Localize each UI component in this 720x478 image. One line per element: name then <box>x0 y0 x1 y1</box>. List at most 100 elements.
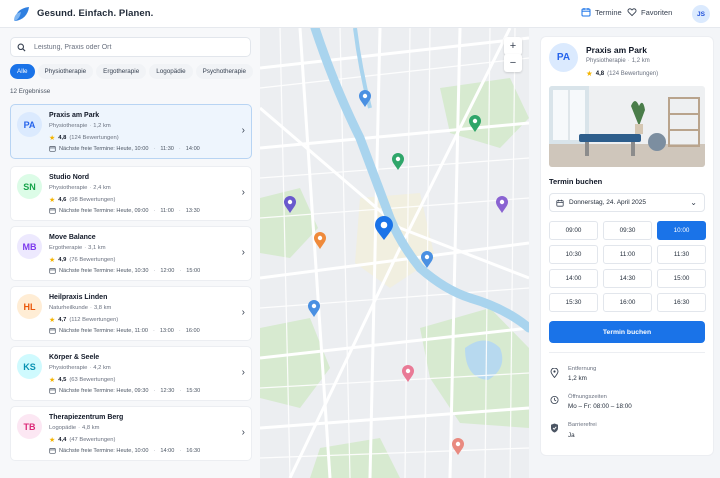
result-card[interactable]: TB Therapiezentrum Berg Logopädie · 4,8 km… <box>10 406 252 461</box>
time-slot[interactable]: 09:30 <box>603 221 652 240</box>
next-slots: Nächste freie Termine: Heute, 10:00 · 11:3… <box>49 145 200 152</box>
shield-icon <box>551 423 558 433</box>
result-card[interactable]: PA Praxis am Park Physiotherapie · 1,2 km … <box>10 104 252 159</box>
practice-rating: ★ 4,6 (98 Bewertungen) <box>49 197 116 204</box>
book-appointment-button[interactable]: Termin buchen <box>549 321 705 343</box>
result-card[interactable]: HL Heilpraxis Linden Naturheilkunde · 3,8 … <box>10 286 252 341</box>
divider <box>549 352 705 353</box>
practice-name: Studio Nord <box>49 174 90 181</box>
heart-icon <box>627 8 637 17</box>
map-pin-green[interactable] <box>391 153 405 171</box>
filter-chip-alle[interactable]: Alle <box>10 64 35 79</box>
booking-title: Termin buchen <box>549 177 603 186</box>
location-icon <box>550 368 559 378</box>
map-view[interactable]: + − <box>260 28 529 478</box>
star-icon: ★ <box>586 69 593 78</box>
detail-meta: Physiotherapie · 1,2 km <box>586 58 650 64</box>
time-slot[interactable]: 11:30 <box>657 245 706 264</box>
time-slot[interactable]: 15:00 <box>657 269 706 288</box>
chevron-right-icon: › <box>241 427 245 438</box>
practice-rating: ★ 4,9 (76 Bewertungen) <box>49 257 116 264</box>
chevron-right-icon: › <box>241 187 245 198</box>
filter-chip-logopaedie[interactable]: Logopädie <box>149 64 193 79</box>
time-slot[interactable]: 10:30 <box>549 245 598 264</box>
star-icon: ★ <box>49 135 56 142</box>
detail-avatar: PA <box>549 43 578 72</box>
results-panel: Alle Physiotherapie Ergotherapie Logopäd… <box>0 28 260 478</box>
avatar: MB <box>17 234 42 259</box>
map-pin-coral[interactable] <box>451 438 465 456</box>
time-slot[interactable]: 11:00 <box>603 245 652 264</box>
time-slot[interactable]: 09:00 <box>549 221 598 240</box>
info-value: 1,2 km <box>568 375 587 382</box>
star-icon: ★ <box>49 437 56 444</box>
map-pin-blue[interactable] <box>358 90 372 108</box>
map-base <box>260 28 529 478</box>
time-slot[interactable]: 15:30 <box>549 293 598 312</box>
avatar: SN <box>17 174 42 199</box>
chevron-right-icon: › <box>241 367 245 378</box>
filter-chip-physiotherapie[interactable]: Physiotherapie <box>37 64 94 79</box>
star-icon: ★ <box>49 377 56 384</box>
practice-name: Praxis am Park <box>49 112 100 119</box>
nav-favoriten-link[interactable]: Favoriten <box>627 7 672 17</box>
zoom-in-button[interactable]: + <box>504 37 522 55</box>
search-input[interactable] <box>34 40 244 55</box>
info-label: Entfernung <box>568 366 597 372</box>
map-pin-orange[interactable] <box>313 232 327 250</box>
nav-termine-link[interactable]: Termine <box>581 7 622 17</box>
search-icon <box>17 43 26 52</box>
time-slot[interactable]: 14:30 <box>603 269 652 288</box>
practice-name: Heilpraxis Linden <box>49 294 108 301</box>
map-pin-purple[interactable] <box>283 196 297 214</box>
result-card[interactable]: KS Körper & Seele Physiotherapie · 4,2 km … <box>10 346 252 401</box>
search-box[interactable] <box>10 37 251 57</box>
map-pin-selected[interactable] <box>374 216 394 241</box>
map-pin-pink[interactable] <box>401 365 415 383</box>
map-pin-blue[interactable] <box>307 300 321 318</box>
calendar-icon <box>556 199 564 207</box>
time-slot[interactable]: 16:30 <box>657 293 706 312</box>
time-slot[interactable]: 14:00 <box>549 269 598 288</box>
practice-meta: Naturheilkunde · 3,8 km <box>49 305 112 311</box>
map-pin-green[interactable] <box>468 115 482 133</box>
practice-meta: Logopädie · 4,8 km <box>49 425 100 431</box>
chevron-right-icon: › <box>241 307 245 318</box>
practice-photo <box>549 86 705 167</box>
practice-meta: Physiotherapie · 2,4 km <box>49 185 111 191</box>
avatar: PA <box>17 112 42 137</box>
date-select[interactable]: Donnerstag, 24. April 2025 ⌄ <box>549 193 705 212</box>
detail-panel: PA Praxis am Park Physiotherapie · 1,2 km … <box>540 36 714 456</box>
time-slot[interactable]: 16:00 <box>603 293 652 312</box>
zoom-out-button[interactable]: − <box>504 54 522 72</box>
practice-rating: ★ 4,4 (47 Bewertungen) <box>49 437 116 444</box>
map-pin-blue[interactable] <box>420 251 434 269</box>
filter-chip-psychotherapie[interactable]: Psychotherapie <box>195 64 254 79</box>
calendar-icon <box>581 8 591 17</box>
time-slot-selected[interactable]: 10:00 <box>657 221 706 240</box>
result-card[interactable]: MB Move Balance Ergotherapie · 3,1 km ★ 4,9… <box>10 226 252 281</box>
practice-meta: Physiotherapie · 1,2 km <box>49 123 111 129</box>
avatar: TB <box>17 414 42 439</box>
avatar: KS <box>17 354 42 379</box>
leaf-logo-icon <box>14 7 29 21</box>
detail-name: Praxis am Park <box>586 45 647 55</box>
brand-title: Gesund. Einfach. Planen. <box>37 8 154 19</box>
calendar-icon <box>49 146 56 152</box>
star-icon: ★ <box>49 317 56 324</box>
practice-name: Therapiezentrum Berg <box>49 414 124 421</box>
practice-name: Körper & Seele <box>49 354 100 361</box>
next-slots: Nächste freie Termine: Heute, 10:00 · 14:0… <box>49 447 200 454</box>
calendar-icon <box>49 448 56 454</box>
user-avatar[interactable]: JS <box>692 5 710 23</box>
calendar-icon <box>49 208 56 214</box>
detail-rating: ★ 4,8 (124 Bewertungen) <box>586 69 659 78</box>
map-pin-purple[interactable] <box>495 196 509 214</box>
result-card[interactable]: SN Studio Nord Physiotherapie · 2,4 km ★ 4,… <box>10 166 252 221</box>
next-slots: Nächste freie Termine: Heute, 09:00 · 11:0… <box>49 207 200 214</box>
next-slots: Nächste freie Termine: Heute, 09:30 · 12:3… <box>49 387 200 394</box>
info-value: Ja <box>568 432 575 439</box>
filter-chip-ergotherapie[interactable]: Ergotherapie <box>96 64 147 79</box>
next-slots: Nächste freie Termine: Heute, 11:00 · 13:0… <box>49 327 200 334</box>
practice-rating: ★ 4,8 (124 Bewertungen) <box>49 135 119 142</box>
